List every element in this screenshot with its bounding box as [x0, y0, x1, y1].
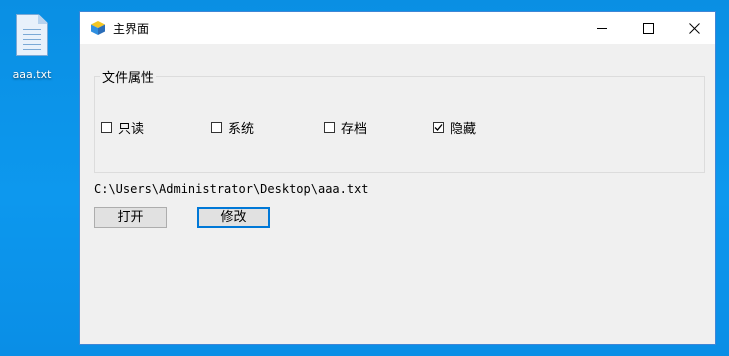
checkbox-box[interactable]: [433, 122, 444, 133]
close-icon: [688, 22, 700, 34]
file-path-label: C:\Users\Administrator\Desktop\aaa.txt: [94, 182, 369, 196]
group-label: 文件属性: [100, 67, 157, 86]
checkbox-label: 系统: [228, 122, 255, 137]
checkbox-label: 只读: [118, 122, 145, 137]
window-title: 主界面: [113, 22, 150, 36]
modify-button[interactable]: 修改: [197, 207, 270, 228]
minimize-button[interactable]: [579, 12, 625, 44]
maximize-icon: [642, 22, 654, 34]
checkbox-label: 存档: [341, 122, 368, 137]
main-window: 主界面 文件属性 只读 系统 存档 隐藏 C:\Users\Administra…: [79, 11, 716, 345]
checkbox-box[interactable]: [211, 122, 222, 133]
checkbox-label: 隐藏: [450, 122, 477, 137]
checkbox-box[interactable]: [324, 122, 335, 133]
text-file-icon: [16, 14, 48, 56]
minimize-icon: [597, 27, 607, 29]
checkbox-readonly[interactable]: 只读: [101, 118, 144, 137]
desktop-file-label: aaa.txt: [12, 68, 52, 81]
checkbox-archive[interactable]: 存档: [324, 118, 367, 137]
open-button[interactable]: 打开: [94, 207, 167, 228]
close-button[interactable]: [671, 12, 717, 44]
file-attributes-group: [94, 76, 705, 173]
maximize-button[interactable]: [625, 12, 671, 44]
checkbox-system[interactable]: 系统: [211, 118, 254, 137]
desktop-file-aaa[interactable]: aaa.txt: [6, 10, 58, 81]
app-icon: [91, 21, 105, 35]
checkbox-box[interactable]: [101, 122, 112, 133]
checkmark-icon: [434, 124, 443, 131]
title-bar[interactable]: 主界面: [80, 12, 715, 44]
checkbox-hidden[interactable]: 隐藏: [433, 118, 476, 137]
